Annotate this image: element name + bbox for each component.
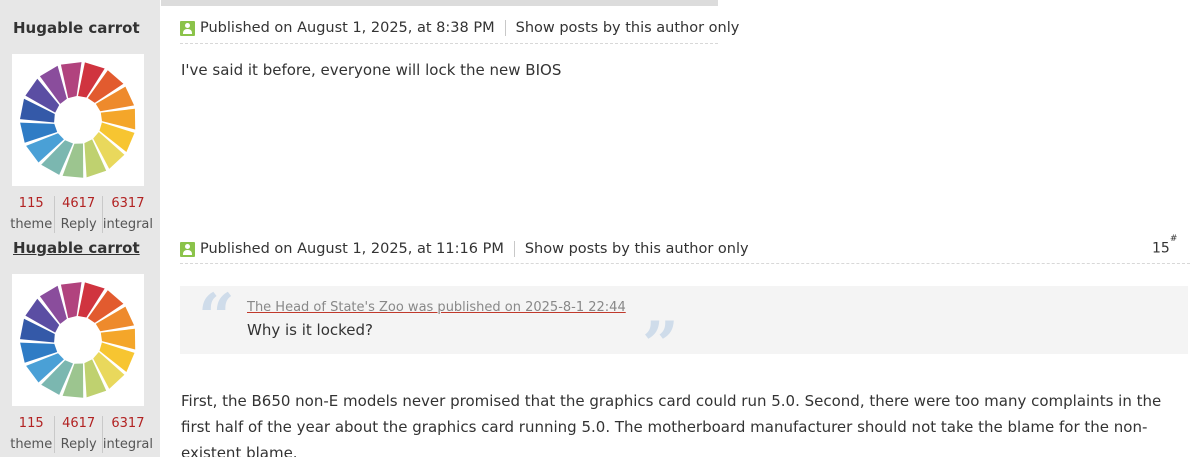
post-content: I've said it before, everyone will lock … [181,61,562,79]
stat-label: integral [102,437,153,452]
stat-replies[interactable]: 4617 Reply [54,196,101,233]
post-top-divider [161,0,718,6]
stat-label: Reply [60,217,97,232]
author-name-link[interactable]: Hugable carrot [13,19,140,37]
post-meta: Published on August 1, 2025, at 8:38 PM … [180,16,739,40]
floor-symbol: # [1169,234,1178,244]
user-icon [180,20,195,36]
published-time: Published on August 1, 2025, at 8:38 PM [200,20,495,36]
stat-label: theme [10,217,53,232]
meta-divider [180,43,718,44]
author-stats: 115 theme 4617 Reply 6317 integral [8,196,153,233]
stat-value: 4617 [62,416,96,431]
forum-post: Hugable carrot 115 theme 4617 Reply 6317… [0,234,1200,457]
author-sidebar: Hugable carrot 115 theme 4617 Reply 6317… [0,0,160,236]
color-wheel-avatar-icon [20,282,136,398]
post-content: First, the B650 non-E models never promi… [181,392,1162,457]
stat-label: theme [10,437,53,452]
avatar[interactable] [12,54,144,186]
forum-post: Hugable carrot 115 theme 4617 Reply 6317… [0,0,1200,236]
stat-value: 6317 [111,416,145,431]
color-wheel-avatar-icon [20,62,136,178]
stat-value: 115 [18,196,44,211]
meta-separator [513,241,515,257]
stat-themes[interactable]: 115 theme [8,416,54,453]
post-meta: Published on August 1, 2025, at 11:16 PM… [180,237,749,261]
floor-number[interactable]: 15# [1152,234,1177,257]
author-stats: 115 theme 4617 Reply 6317 integral [8,416,153,453]
meta-divider [180,263,1190,264]
stat-label: Reply [60,437,97,452]
avatar[interactable] [12,274,144,406]
quote-source-link[interactable]: The Head of State's Zoo was published on… [247,300,626,315]
stat-value: 4617 [62,196,96,211]
stat-value: 6317 [111,196,145,211]
close-quote-icon: ” [642,308,679,383]
open-quote-icon: “ [198,280,235,355]
floor-number-value: 15 [1152,240,1170,257]
quote-block: “ The Head of State's Zoo was published … [180,280,1188,378]
published-time: Published on August 1, 2025, at 11:16 PM [200,241,504,257]
stat-replies[interactable]: 4617 Reply [54,416,101,453]
stat-integral[interactable]: 6317 integral [101,416,153,453]
user-icon [180,241,195,257]
stat-themes[interactable]: 115 theme [8,196,54,233]
stat-label: integral [102,217,153,232]
stat-value: 115 [18,416,44,431]
quote-text: Why is it locked? [247,321,374,339]
stat-integral[interactable]: 6317 integral [101,196,153,233]
author-sidebar: Hugable carrot 115 theme 4617 Reply 6317… [0,236,160,457]
author-name-link[interactable]: Hugable carrot [13,239,140,257]
show-author-only-link[interactable]: Show posts by this author only [525,241,749,257]
show-author-only-link[interactable]: Show posts by this author only [516,20,740,36]
meta-separator [504,20,506,36]
